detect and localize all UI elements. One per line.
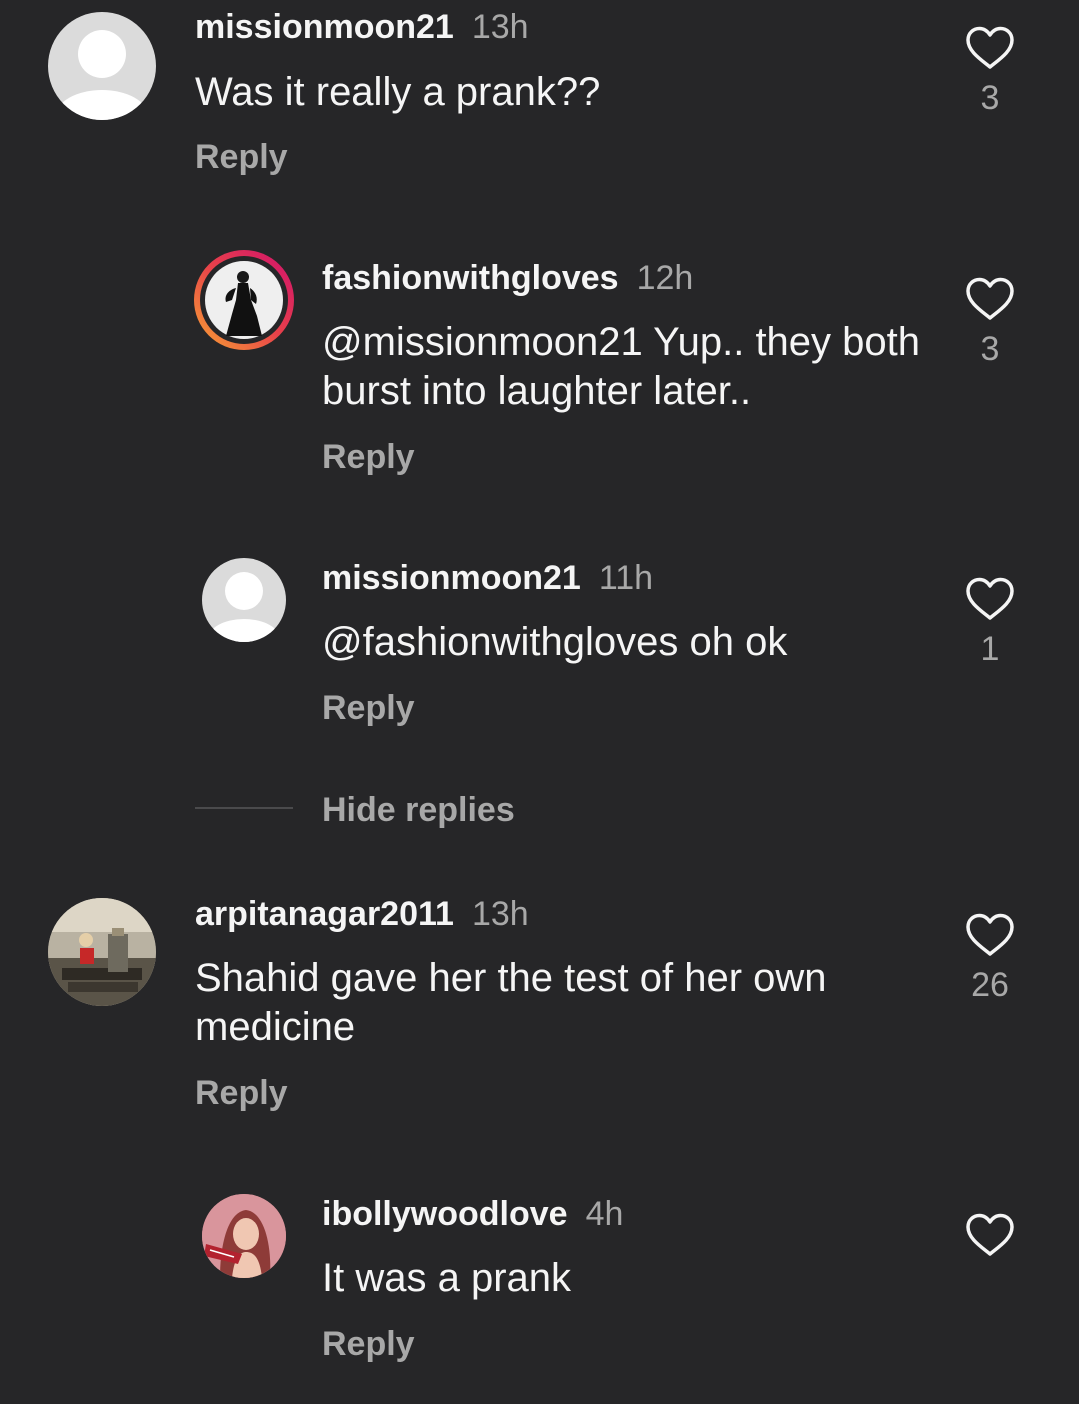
username[interactable]: missionmoon21 (322, 559, 581, 597)
comment-text: Was it really a prank?? (195, 70, 601, 114)
like-count: 1 (980, 630, 1000, 668)
like-count: 26 (971, 966, 1009, 1004)
like-button[interactable]: 1 (960, 577, 1020, 669)
comment-item: arpitanagar2011 13h Shahid gave her the t… (0, 880, 1079, 1140)
user-photo-icon (202, 1194, 286, 1278)
comment-text: It was a prank (322, 1256, 572, 1300)
person-silhouette-icon (56, 30, 148, 120)
user-photo-icon (200, 256, 288, 344)
reply-item: missionmoon21 11h @fashionwithgloves oh o… (0, 540, 1079, 750)
timestamp: 13h (471, 895, 529, 933)
timestamp: 11h (598, 559, 654, 597)
avatar[interactable] (202, 1194, 286, 1278)
comment-text: @fashionwithgloves oh ok (322, 620, 788, 664)
comment-meta: fashionwithgloves 12h (322, 258, 693, 298)
heart-outline-icon (966, 913, 1014, 956)
username[interactable]: fashionwithgloves (322, 259, 619, 297)
avatar-story-ring[interactable] (194, 250, 294, 350)
heart-outline-icon (966, 26, 1014, 69)
like-button[interactable] (960, 1213, 1020, 1265)
avatar[interactable] (202, 558, 286, 642)
username[interactable]: arpitanagar2011 (195, 895, 454, 933)
reply-button[interactable]: Reply (322, 437, 415, 477)
heart-outline-icon (966, 1213, 1014, 1256)
like-count: 3 (980, 79, 1000, 117)
comment-item: missionmoon21 13h Was it really a prank??… (0, 0, 1079, 200)
like-button[interactable]: 3 (960, 26, 1020, 118)
avatar[interactable] (48, 12, 156, 120)
reply-button[interactable]: Reply (195, 1073, 288, 1113)
like-button[interactable]: 3 (960, 277, 1020, 369)
person-silhouette-icon (208, 572, 280, 642)
like-button[interactable]: 26 (960, 913, 1020, 1005)
heart-outline-icon (966, 577, 1014, 620)
username[interactable]: missionmoon21 (195, 8, 454, 46)
replies-divider (195, 807, 293, 809)
comment-text: @missionmoon21 Yup.. they both burst int… (322, 320, 921, 413)
avatar[interactable] (48, 898, 156, 1006)
comment-meta: ibollywoodlove 4h (322, 1194, 623, 1234)
reply-item: fashionwithgloves 12h @missionmoon21 Yup.… (0, 240, 1079, 500)
timestamp: 4h (585, 1195, 624, 1233)
timestamp: 13h (471, 8, 529, 46)
reply-button[interactable]: Reply (322, 1324, 415, 1364)
comment-meta: arpitanagar2011 13h (195, 894, 529, 934)
hide-replies-button[interactable]: Hide replies (322, 790, 515, 830)
username[interactable]: ibollywoodlove (322, 1195, 568, 1233)
user-photo-icon (48, 898, 156, 1006)
reply-item: ibollywoodlove 4h It was a prank Reply (0, 1180, 1079, 1404)
comment-meta: missionmoon21 11h (322, 558, 653, 598)
comment-meta: missionmoon21 13h (195, 7, 529, 47)
reply-button[interactable]: Reply (195, 137, 288, 177)
timestamp: 12h (636, 259, 694, 297)
like-count: 3 (980, 330, 1000, 368)
comment-text: Shahid gave her the test of her own medi… (195, 956, 827, 1049)
reply-button[interactable]: Reply (322, 688, 415, 728)
heart-outline-icon (966, 277, 1014, 320)
